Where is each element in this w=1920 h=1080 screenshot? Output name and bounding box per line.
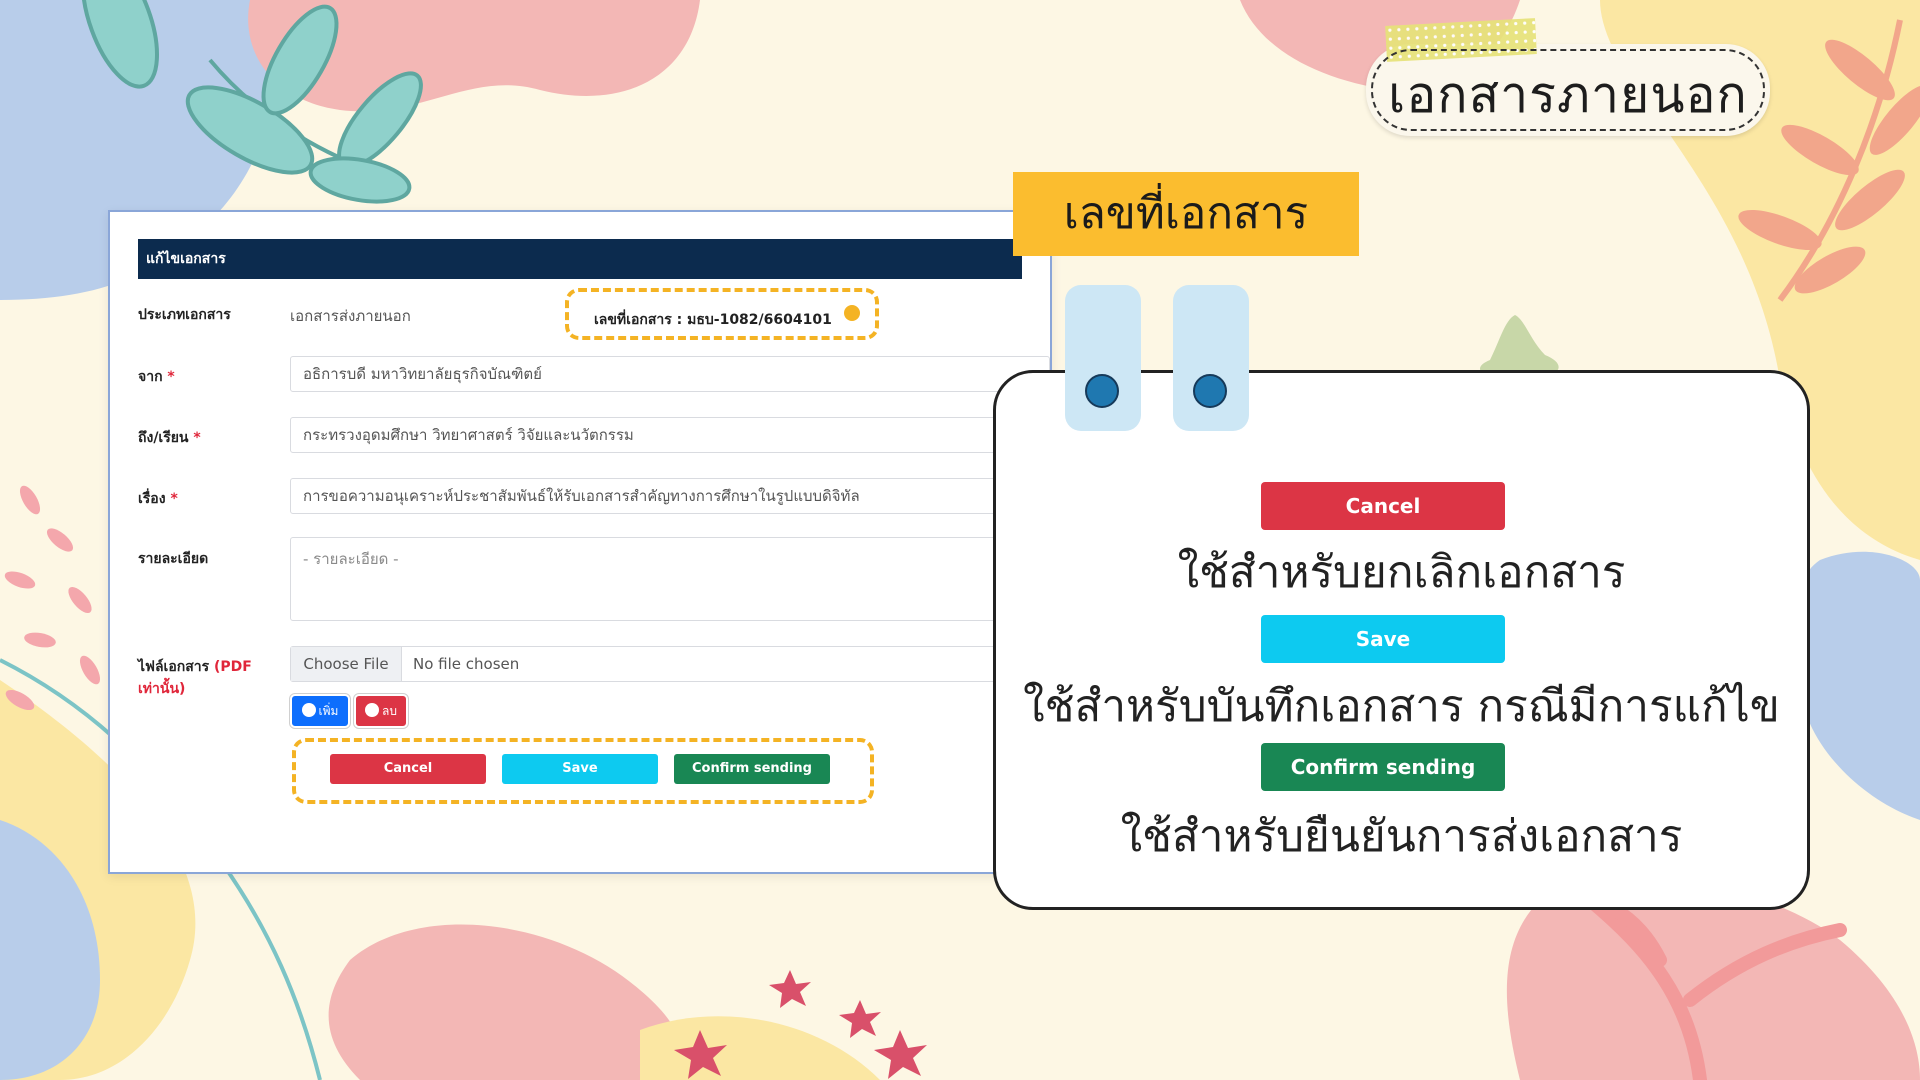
delete-button-label: ลบ xyxy=(382,704,397,718)
detail-textarea[interactable]: - รายละเอียด - xyxy=(290,537,1050,621)
binder-hole xyxy=(1193,374,1227,408)
edit-document-form: แก้ไขเอกสาร ประเภทเอกสาร เอกสารส่งภายนอก… xyxy=(108,210,1052,874)
from-label-text: จาก xyxy=(138,369,163,385)
delete-button[interactable]: ลบ xyxy=(354,694,408,728)
subject-input[interactable]: การขอความอนุเคราะห์ประชาสัมพันธ์ให้รับเอ… xyxy=(290,478,1050,514)
cancel-button[interactable]: Cancel xyxy=(330,754,486,784)
add-button-label: เพิ่ม xyxy=(318,704,339,718)
required-mark: * xyxy=(193,430,201,446)
card-save-button[interactable]: Save xyxy=(1261,615,1505,663)
cancel-description: ใช้สำหรับยกเลิกเอกสาร xyxy=(1177,547,1626,598)
from-label: จาก * xyxy=(138,366,175,388)
pink-blob-bottom-center xyxy=(328,924,682,1080)
card-cancel-button[interactable]: Cancel xyxy=(1261,482,1505,530)
confirm-description: ใช้สำหรับยืนยันการส่งเอกสาร xyxy=(1120,811,1683,862)
from-input[interactable]: อธิการบดี มหาวิทยาลัยธุรกิจบัณฑิตย์ xyxy=(290,356,1050,392)
minus-circle-icon xyxy=(365,703,379,717)
subject-label: เรื่อง * xyxy=(138,488,178,510)
choose-file-button[interactable]: Choose File xyxy=(291,647,402,681)
file-input[interactable]: Choose File No file chosen xyxy=(290,646,1050,682)
to-label: ถึง/เรียน * xyxy=(138,427,201,449)
confirm-sending-button[interactable]: Confirm sending xyxy=(674,754,830,784)
save-button[interactable]: Save xyxy=(502,754,658,784)
doc-number-callout: เลขที่เอกสาร xyxy=(1013,172,1359,256)
file-status: No file chosen xyxy=(413,655,520,673)
required-mark: * xyxy=(167,369,175,385)
file-label-text: ไฟล์เอกสาร xyxy=(138,659,210,675)
to-label-text: ถึง/เรียน xyxy=(138,430,189,446)
binder-tab-right xyxy=(1173,285,1249,431)
page-title-tag: เอกสารภายนอก xyxy=(1366,18,1770,136)
doc-type-label: ประเภทเอกสาร xyxy=(138,307,231,323)
blue-blob-right xyxy=(1798,551,1920,820)
pink-dashes-left xyxy=(4,485,101,711)
file-label: ไฟล์เอกสาร (PDF เท่านั้น) xyxy=(138,656,268,700)
binder-hole xyxy=(1085,374,1119,408)
subject-label-text: เรื่อง xyxy=(138,491,166,507)
detail-label: รายละเอียด xyxy=(138,551,209,567)
plus-circle-icon xyxy=(301,703,316,717)
binder-tab-left xyxy=(1065,285,1141,431)
add-button[interactable]: เพิ่ม xyxy=(290,694,350,728)
yellow-blob-bottom-center xyxy=(640,1016,880,1080)
to-input[interactable]: กระทรวงอุดมศึกษา วิทยาศาสตร์ วิจัยและนวั… xyxy=(290,417,1050,453)
page-title: เอกสารภายนอก xyxy=(1388,66,1748,124)
card-confirm-button[interactable]: Confirm sending xyxy=(1261,743,1505,791)
callout-anchor-dot xyxy=(844,305,860,321)
required-mark: * xyxy=(170,491,178,507)
form-header: แก้ไขเอกสาร xyxy=(138,239,1022,279)
doc-number: เลขที่เอกสาร : มธบ-1082/6604101 xyxy=(594,312,832,328)
button-explanation-card: Cancel ใช้สำหรับยกเลิกเอกสาร Save ใช้สำห… xyxy=(993,370,1810,910)
save-description: ใช้สำหรับบันทึกเอกสาร กรณีมีการแก้ไข xyxy=(1023,681,1780,732)
doc-type-value: เอกสารส่งภายนอก xyxy=(290,307,411,325)
